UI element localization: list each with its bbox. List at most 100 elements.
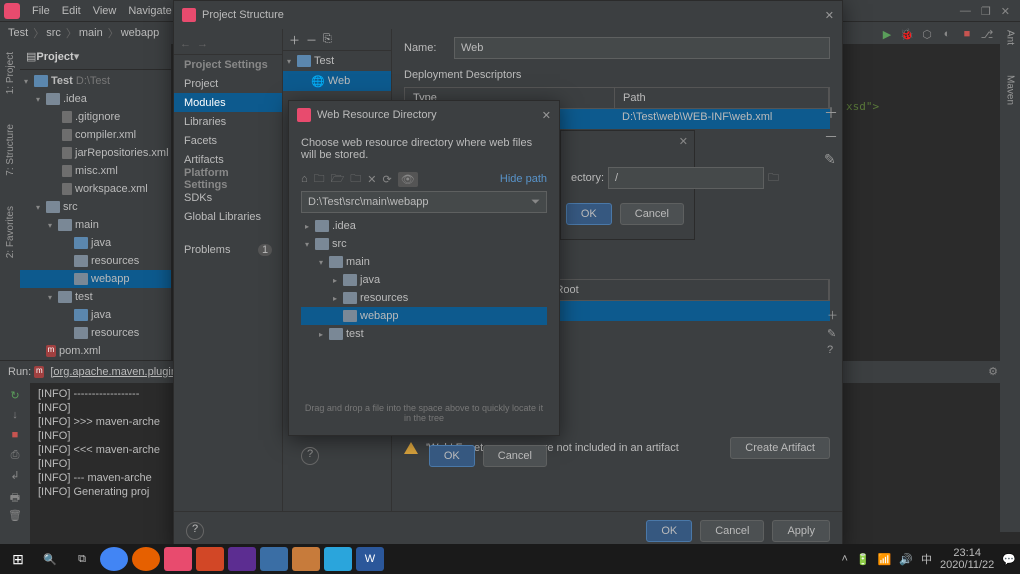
- tray-wifi-icon[interactable]: 📶: [878, 553, 892, 566]
- tree-test-resources[interactable]: resources: [20, 324, 171, 342]
- tray-sound-icon[interactable]: 🔊: [899, 553, 913, 566]
- ps-add-icon[interactable]: ＋: [289, 32, 300, 48]
- tb-vs-icon[interactable]: [228, 547, 256, 571]
- coverage-icon[interactable]: ⬡: [920, 28, 934, 41]
- wrd-close-icon[interactable]: ✕: [542, 109, 551, 122]
- toolbtn-ant[interactable]: Ant: [1005, 30, 1016, 45]
- tb-app3-icon[interactable]: [324, 547, 352, 571]
- tree-jarrepo[interactable]: jarRepositories.xml: [20, 144, 171, 162]
- run-trash-icon[interactable]: 🗑: [8, 509, 22, 523]
- crumb-src[interactable]: src: [46, 27, 61, 39]
- sub-ok-button[interactable]: OK: [566, 203, 612, 225]
- tray-date[interactable]: 2020/11/22: [940, 559, 994, 571]
- wrd-tree-src[interactable]: ▾src: [301, 235, 547, 253]
- tree-root[interactable]: ▾Test D:\Test: [20, 72, 171, 90]
- ps-help-icon[interactable]: ?: [186, 522, 204, 540]
- ps-fwd-icon[interactable]: →: [197, 38, 208, 50]
- tb-firefox-icon[interactable]: [132, 547, 160, 571]
- sub-close-icon[interactable]: ✕: [679, 135, 688, 148]
- wrd-home-icon[interactable]: ⌂: [301, 173, 308, 185]
- ps-item-project[interactable]: Project: [174, 74, 282, 93]
- wrd-tree-java[interactable]: ▸java: [301, 271, 547, 289]
- crumb-main[interactable]: main: [79, 27, 103, 39]
- ps-mod-test[interactable]: ▾Test: [283, 51, 391, 71]
- ps-back-icon[interactable]: ←: [180, 38, 191, 50]
- tb-app2-icon[interactable]: [292, 547, 320, 571]
- start-icon[interactable]: ⊞: [4, 547, 32, 571]
- tb-chrome-icon[interactable]: [100, 547, 128, 571]
- crumb-project[interactable]: Test: [8, 27, 28, 39]
- ps-edit-dd-icon[interactable]: ✎: [824, 151, 838, 168]
- wrd-tree-resources[interactable]: ▸resources: [301, 289, 547, 307]
- git-icon[interactable]: ⎇: [980, 28, 994, 41]
- sub-dir-input[interactable]: [608, 167, 764, 189]
- tree-gitignore[interactable]: .gitignore: [20, 108, 171, 126]
- wrd-refresh-icon[interactable]: ⟳: [383, 173, 392, 186]
- tray-ime-icon[interactable]: 中: [921, 551, 932, 567]
- search-taskbar-icon[interactable]: 🔍: [36, 547, 64, 571]
- tb-ppt-icon[interactable]: [196, 547, 224, 571]
- wrd-desktop-icon[interactable]: 🗀: [314, 170, 325, 189]
- close-icon[interactable]: ✕: [1001, 5, 1010, 18]
- toolbtn-maven[interactable]: Maven: [1005, 75, 1016, 105]
- wrd-tree-webapp[interactable]: webapp: [301, 307, 547, 325]
- wrd-ok-button[interactable]: OK: [429, 445, 475, 467]
- tb-word-icon[interactable]: W: [356, 547, 384, 571]
- project-header[interactable]: ▤ Project ▾: [20, 44, 171, 70]
- wrd-hidepath-link[interactable]: Hide path: [500, 173, 547, 185]
- tray-time[interactable]: 23:14: [940, 547, 994, 559]
- ps-remove-icon[interactable]: －: [306, 32, 317, 48]
- ps-edit-res-icon[interactable]: ✎: [827, 327, 838, 340]
- wrd-path-input[interactable]: D:\Test\src\main\webapp ⏷: [301, 191, 547, 213]
- tree-pom[interactable]: mpom.xml: [20, 342, 171, 360]
- tree-compiler[interactable]: compiler.xml: [20, 126, 171, 144]
- wrd-tree-test[interactable]: ▸test: [301, 325, 547, 343]
- run-down-icon[interactable]: ↓: [8, 409, 22, 423]
- ps-item-sdks[interactable]: SDKs: [174, 188, 282, 207]
- profile-icon[interactable]: ◐: [940, 28, 954, 40]
- ps-cancel-button[interactable]: Cancel: [700, 520, 764, 542]
- menu-navigate[interactable]: Navigate: [122, 5, 177, 17]
- tray-up-icon[interactable]: ˄: [842, 553, 848, 565]
- run-print-icon[interactable]: 🖶: [8, 489, 22, 503]
- run-icon[interactable]: ▶: [880, 28, 894, 41]
- tree-resources[interactable]: resources: [20, 252, 171, 270]
- crumb-webapp[interactable]: webapp: [121, 27, 160, 39]
- taskview-icon[interactable]: ⧉: [68, 547, 96, 571]
- ps-add-res-icon[interactable]: ＋: [827, 307, 838, 323]
- ps-ok-button[interactable]: OK: [646, 520, 692, 542]
- ps-item-modules[interactable]: Modules: [174, 93, 282, 112]
- ps-item-global[interactable]: Global Libraries: [174, 207, 282, 226]
- debug-icon[interactable]: 🐞: [900, 28, 914, 41]
- ps-mod-web[interactable]: 🌐 Web: [283, 71, 391, 91]
- wrd-showhidden-icon[interactable]: 👁: [398, 172, 418, 187]
- run-wrap-icon[interactable]: ↲: [8, 469, 22, 483]
- tray-notif-icon[interactable]: 💬: [1002, 553, 1016, 566]
- menu-file[interactable]: File: [26, 5, 56, 17]
- wrd-proj-icon[interactable]: 🗁: [331, 170, 345, 189]
- ps-item-facets[interactable]: Facets: [174, 131, 282, 150]
- ps-copy-icon[interactable]: ⎘: [323, 33, 332, 46]
- rerun-icon[interactable]: ↻: [8, 389, 22, 403]
- wrd-cancel-button[interactable]: Cancel: [483, 445, 547, 467]
- minimize-icon[interactable]: —: [960, 5, 971, 17]
- tray-battery-icon[interactable]: 🔋: [856, 553, 870, 566]
- run-settings-icon[interactable]: ⚙: [988, 365, 998, 378]
- create-artifact-button[interactable]: Create Artifact: [730, 437, 830, 459]
- ps-item-libraries[interactable]: Libraries: [174, 112, 282, 131]
- toolbtn-favorites[interactable]: 2: Favorites: [5, 206, 16, 258]
- wrd-tree-idea[interactable]: ▸.idea: [301, 217, 547, 235]
- ps-apply-button[interactable]: Apply: [772, 520, 830, 542]
- wrd-newfolder-icon[interactable]: 🗀: [350, 170, 361, 189]
- ps-remove-dd-icon[interactable]: －: [824, 127, 838, 147]
- ps-item-problems[interactable]: Problems1: [174, 240, 282, 259]
- tree-misc[interactable]: misc.xml: [20, 162, 171, 180]
- wrd-help-icon[interactable]: ?: [301, 447, 319, 465]
- tree-test[interactable]: ▾test: [20, 288, 171, 306]
- toolbtn-structure[interactable]: 7: Structure: [5, 124, 16, 176]
- ps-close-icon[interactable]: ✕: [825, 9, 834, 22]
- tree-webapp[interactable]: webapp: [20, 270, 171, 288]
- maximize-icon[interactable]: ❐: [981, 5, 991, 18]
- tb-app1-icon[interactable]: [260, 547, 288, 571]
- console-output[interactable]: [INFO] ------------------[INFO][INFO] >>…: [30, 383, 168, 552]
